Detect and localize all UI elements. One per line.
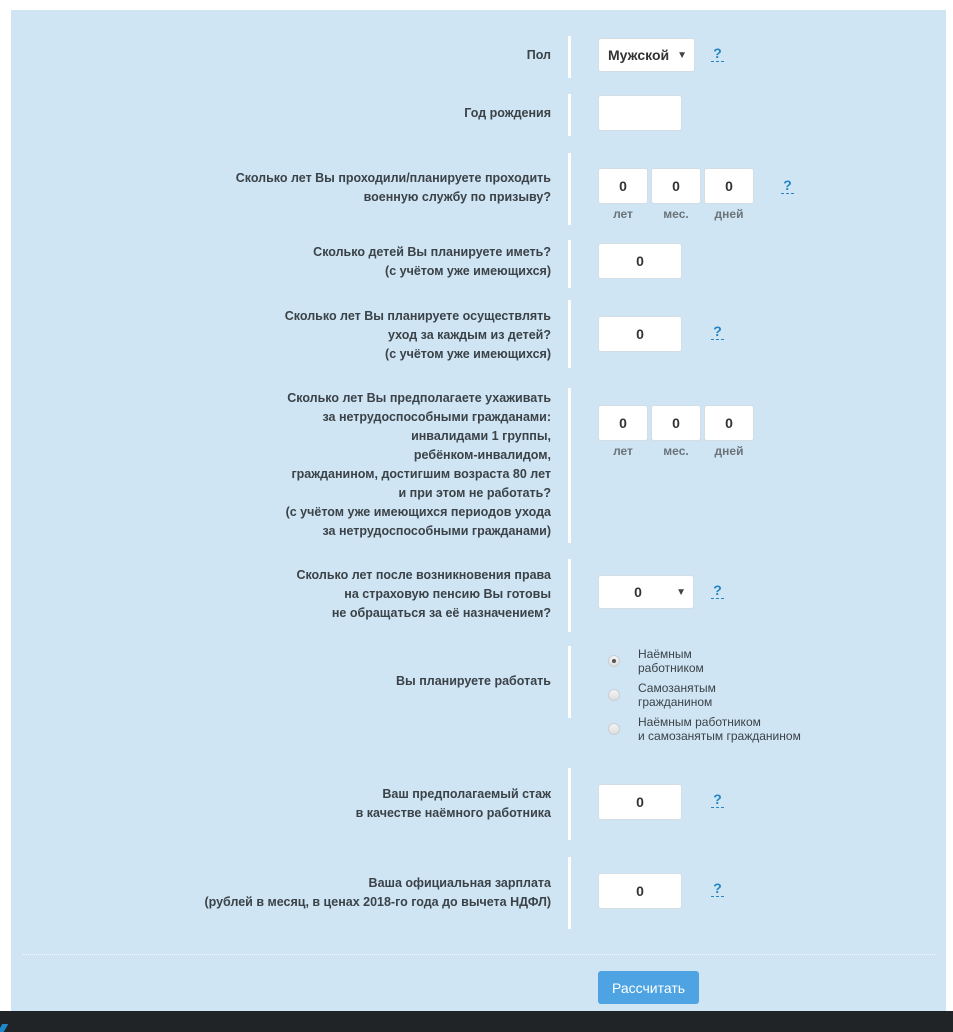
deferral-select-value: 0 xyxy=(634,584,642,600)
chevron-down-icon: ▼ xyxy=(677,50,687,61)
care-days-input[interactable]: 0 xyxy=(704,405,754,441)
months-unit-label: мес. xyxy=(663,444,689,458)
label-line: Сколько лет Вы планируете осуществлять xyxy=(284,309,551,323)
birth-year-input[interactable] xyxy=(598,95,682,131)
military-days-input[interactable]: 0 xyxy=(704,168,754,204)
employee-experience-label: Ваш предполагаемый стаж в качестве наёмн… xyxy=(356,785,551,823)
label-line: Самозанятым xyxy=(638,681,716,695)
birth-year-label: Год рождения xyxy=(464,106,551,120)
label-line: Наёмным работником xyxy=(638,715,761,729)
military-help-icon[interactable]: ? xyxy=(781,178,794,194)
divider xyxy=(568,857,571,929)
label-line: Сколько лет после возникновения права xyxy=(296,568,551,582)
label-line: уход за каждым из детей? xyxy=(388,328,551,342)
label-line: (с учётом уже имеющихся периодов ухода xyxy=(285,505,551,519)
label-line: Ваш предполагаемый стаж xyxy=(382,787,551,801)
employee-experience-row: Ваш предполагаемый стаж в качестве наёмн… xyxy=(11,768,946,840)
label-line: Ваша официальная зарплата xyxy=(368,876,551,890)
employment-option-employee[interactable]: Наёмным работником xyxy=(598,647,838,677)
label-line: инвалидами 1 группы, xyxy=(411,429,551,443)
military-years-input[interactable]: 0 xyxy=(598,168,648,204)
experience-help-icon[interactable]: ? xyxy=(711,792,724,808)
label-line: работником xyxy=(638,661,704,675)
disabled-care-label: Сколько лет Вы предполагаете ухаживать з… xyxy=(286,389,551,541)
deferral-help-icon[interactable]: ? xyxy=(711,583,724,599)
divider xyxy=(568,240,571,288)
divider xyxy=(568,94,571,136)
gender-help-icon[interactable]: ? xyxy=(711,46,724,62)
birth-year-row: Год рождения xyxy=(11,94,946,136)
label-line: и при этом не работать? xyxy=(398,486,551,500)
employment-option-self-employed[interactable]: Самозанятым гражданином xyxy=(598,681,838,711)
chevron-down-icon: ▼ xyxy=(676,587,686,598)
children-count-label: Сколько детей Вы планируете иметь? (с уч… xyxy=(313,243,551,281)
military-months-input[interactable]: 0 xyxy=(651,168,701,204)
radio-button[interactable] xyxy=(608,689,620,701)
years-unit-label: лет xyxy=(613,207,633,221)
divider xyxy=(568,646,571,718)
days-unit-label: дней xyxy=(714,207,744,221)
gender-label: Пол xyxy=(526,48,551,62)
divider xyxy=(568,388,571,543)
page-footer-bar xyxy=(0,1011,953,1032)
days-unit-label: дней xyxy=(714,444,744,458)
employment-option-both[interactable]: Наёмным работником и самозанятым граждан… xyxy=(598,715,838,745)
employment-label: Вы планируете работать xyxy=(396,674,551,688)
form-divider-line xyxy=(23,954,935,955)
care-years-input[interactable]: 0 xyxy=(598,405,648,441)
divider xyxy=(568,36,571,78)
years-unit-label: лет xyxy=(613,444,633,458)
salary-help-icon[interactable]: ? xyxy=(711,881,724,897)
radio-label: Наёмным работником и самозанятым граждан… xyxy=(638,715,801,743)
label-line: (рублей в месяц, в ценах 2018-го года до… xyxy=(204,895,551,909)
divider xyxy=(568,559,571,632)
military-service-row: Сколько лет Вы проходили/планируете прох… xyxy=(11,153,946,225)
calculator-form-panel: Пол Мужской ▼ ? Год рождения Сколько лет… xyxy=(11,10,946,1012)
label-line: и самозанятым гражданином xyxy=(638,729,801,743)
care-months-input[interactable]: 0 xyxy=(651,405,701,441)
label-line: военную службу по призыву? xyxy=(363,190,551,204)
label-line: гражданином xyxy=(638,695,713,709)
employee-experience-input[interactable]: 0 xyxy=(598,784,682,820)
label-line: ребёнком-инвалидом, xyxy=(413,448,551,462)
label-line: на страховую пенсию Вы готовы xyxy=(344,587,551,601)
radio-label: Наёмным работником xyxy=(638,647,704,675)
label-line: Сколько лет Вы проходили/планируете прох… xyxy=(235,171,551,185)
label-line: Наёмным xyxy=(638,647,692,661)
months-unit-label: мес. xyxy=(663,207,689,221)
label-line: в качестве наёмного работника xyxy=(355,806,551,820)
label-line: за нетрудоспособными гражданами: xyxy=(322,410,552,424)
calculate-button[interactable]: Рассчитать xyxy=(598,971,699,1004)
label-line: за нетрудоспособными гражданами) xyxy=(322,524,552,538)
salary-row: Ваша официальная зарплата (рублей в меся… xyxy=(11,857,946,929)
radio-button[interactable] xyxy=(608,655,620,667)
childcare-years-input[interactable]: 0 xyxy=(598,316,682,352)
radio-button[interactable] xyxy=(608,723,620,735)
label-line: (с учётом уже имеющихся) xyxy=(385,264,551,278)
disabled-care-row: Сколько лет Вы предполагаете ухаживать з… xyxy=(11,388,946,543)
children-count-row: Сколько детей Вы планируете иметь? (с уч… xyxy=(11,240,946,288)
childcare-years-label: Сколько лет Вы планируете осуществлять у… xyxy=(285,307,551,364)
gender-select-value: Мужской xyxy=(608,47,670,63)
gender-row: Пол Мужской ▼ ? xyxy=(11,36,946,78)
divider xyxy=(568,300,571,368)
deferral-years-label: Сколько лет после возникновения права на… xyxy=(296,566,551,623)
children-count-input[interactable]: 0 xyxy=(598,243,682,279)
label-line: Сколько детей Вы планируете иметь? xyxy=(313,245,551,259)
childcare-years-row: Сколько лет Вы планируете осуществлять у… xyxy=(11,300,946,368)
radio-label: Самозанятым гражданином xyxy=(638,681,716,709)
deferral-years-row: Сколько лет после возникновения права на… xyxy=(11,559,946,632)
label-line: гражданином, достигшим возраста 80 лет xyxy=(291,467,551,481)
label-line: Сколько лет Вы предполагаете ухаживать xyxy=(287,391,551,405)
deferral-years-select[interactable]: 0 ▼ xyxy=(598,575,694,609)
divider xyxy=(568,153,571,225)
salary-input[interactable]: 0 xyxy=(598,873,682,909)
salary-label: Ваша официальная зарплата (рублей в меся… xyxy=(204,874,551,912)
gender-select[interactable]: Мужской ▼ xyxy=(598,38,695,72)
label-line: (с учётом уже имеющихся) xyxy=(385,347,551,361)
childcare-help-icon[interactable]: ? xyxy=(711,324,724,340)
divider xyxy=(568,768,571,840)
military-service-label: Сколько лет Вы проходили/планируете прох… xyxy=(236,169,551,207)
label-line: не обращаться за её назначением? xyxy=(331,606,551,620)
